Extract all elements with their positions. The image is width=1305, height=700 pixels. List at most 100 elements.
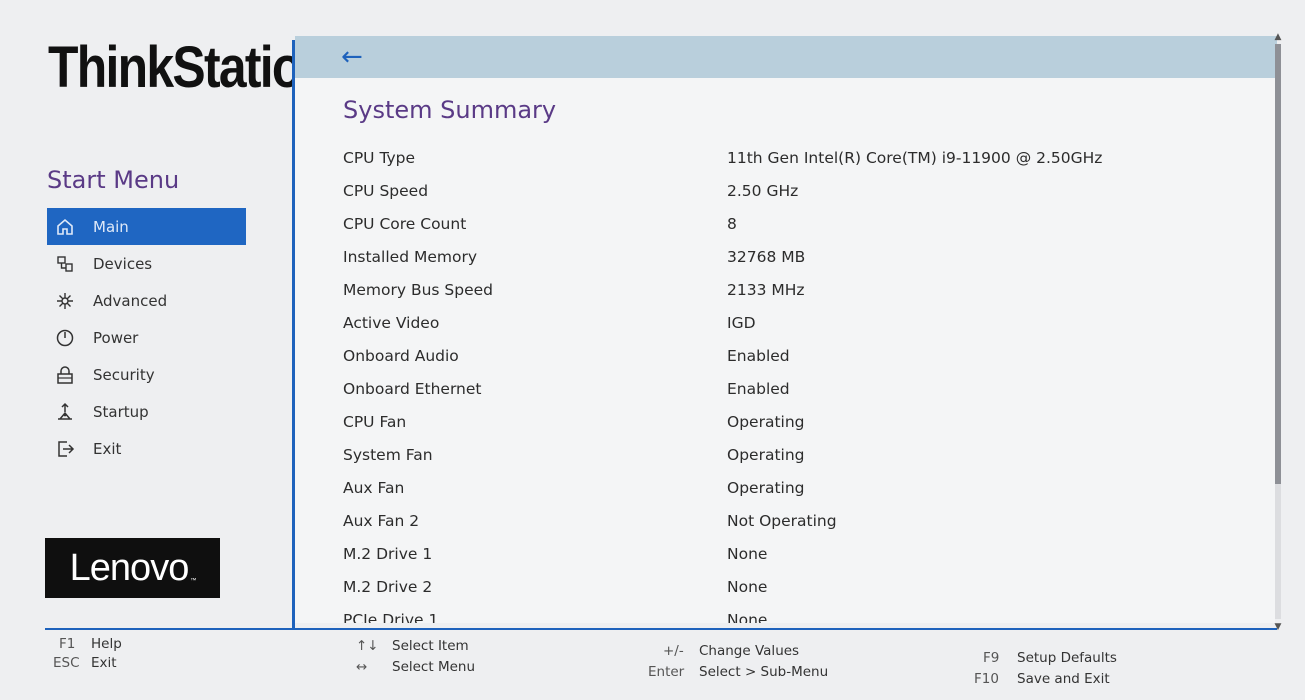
lock-icon bbox=[53, 363, 77, 387]
summary-value: 2133 MHz bbox=[727, 280, 805, 299]
key-help-footer: F1 Help ESC Exit ↑↓ Select Item ↔ Select… bbox=[0, 634, 1305, 700]
summary-value: 32768 MB bbox=[727, 247, 806, 266]
back-arrow-icon[interactable]: ← bbox=[341, 44, 363, 70]
updown-arrows-icon: ↑↓ bbox=[356, 638, 379, 654]
sidebar-item-label: Power bbox=[93, 328, 139, 347]
home-icon bbox=[53, 215, 77, 239]
sidebar-item-label: Advanced bbox=[93, 291, 168, 310]
summary-value: IGD bbox=[727, 313, 756, 332]
summary-value: Enabled bbox=[727, 379, 790, 398]
start-menu-title: Start Menu bbox=[47, 166, 180, 194]
summary-label: PCIe Drive 1 bbox=[343, 610, 439, 624]
summary-label: Onboard Audio bbox=[343, 346, 459, 365]
esc-desc: Exit bbox=[91, 655, 117, 671]
sidebar-item-advanced[interactable]: Advanced bbox=[47, 282, 246, 319]
summary-label: Memory Bus Speed bbox=[343, 280, 494, 299]
devices-icon bbox=[53, 252, 77, 276]
scroll-up-icon[interactable]: ▲ bbox=[1274, 32, 1282, 42]
sidebar-item-label: Devices bbox=[93, 254, 153, 273]
startup-icon bbox=[53, 400, 77, 424]
lenovo-logo: Lenovo ™ bbox=[45, 538, 220, 598]
summary-value: Operating bbox=[727, 445, 805, 464]
summary-row: PCIe Drive 1 None bbox=[343, 603, 1243, 624]
summary-row: Onboard Audio Enabled bbox=[343, 339, 1243, 372]
summary-row: CPU Speed 2.50 GHz bbox=[343, 174, 1243, 207]
leftright-desc: Select Menu bbox=[392, 659, 476, 675]
scroll-thumb[interactable] bbox=[1275, 44, 1281, 484]
summary-label: CPU Fan bbox=[343, 412, 407, 431]
power-icon bbox=[53, 326, 77, 350]
sidebar-item-label: Exit bbox=[93, 439, 122, 458]
scroll-down-icon[interactable]: ▼ bbox=[1274, 622, 1282, 632]
sidebar-item-label: Startup bbox=[93, 402, 149, 421]
summary-value: Not Operating bbox=[727, 511, 837, 530]
panel-header: ← bbox=[295, 36, 1277, 78]
f10-key: F10 bbox=[974, 671, 999, 687]
summary-label: CPU Core Count bbox=[343, 214, 467, 233]
setup-defaults-hint: F9 Setup Defaults bbox=[983, 650, 1117, 666]
summary-label: M.2 Drive 1 bbox=[343, 544, 433, 563]
summary-value: None bbox=[727, 544, 768, 563]
esc-key: ESC bbox=[53, 655, 80, 671]
sidebar-item-power[interactable]: Power bbox=[47, 319, 246, 356]
summary-list: CPU Type 11th Gen Intel(R) Core(TM) i9-11… bbox=[343, 141, 1243, 624]
help-hint: F1 Help bbox=[59, 636, 122, 652]
summary-label: Aux Fan 2 bbox=[343, 511, 420, 530]
summary-label: Active Video bbox=[343, 313, 440, 332]
summary-row: Active Video IGD bbox=[343, 306, 1243, 339]
plusminus-desc: Change Values bbox=[699, 643, 800, 659]
summary-row: CPU Type 11th Gen Intel(R) Core(TM) i9-11… bbox=[343, 141, 1243, 174]
updown-desc: Select Item bbox=[392, 638, 469, 654]
thinkstation-logo: ThinkStation™ bbox=[48, 35, 335, 100]
leftright-arrows-icon: ↔ bbox=[356, 659, 368, 675]
summary-value: None bbox=[727, 577, 768, 596]
sidebar-item-devices[interactable]: Devices bbox=[47, 245, 246, 282]
summary-row: System Fan Operating bbox=[343, 438, 1243, 471]
summary-value: None bbox=[727, 610, 768, 624]
enter-desc: Select > Sub-Menu bbox=[699, 664, 829, 680]
sidebar-nav: Main Devices Advanced Power Security Sta… bbox=[47, 208, 246, 467]
summary-label: Installed Memory bbox=[343, 247, 477, 266]
summary-label: M.2 Drive 2 bbox=[343, 577, 433, 596]
scroll-track[interactable] bbox=[1275, 44, 1281, 619]
summary-label: CPU Speed bbox=[343, 181, 429, 200]
f1-desc: Help bbox=[91, 636, 122, 652]
summary-row: CPU Fan Operating bbox=[343, 405, 1243, 438]
f9-desc: Setup Defaults bbox=[1017, 650, 1117, 666]
sidebar-item-security[interactable]: Security bbox=[47, 356, 246, 393]
sidebar-item-label: Security bbox=[93, 365, 155, 384]
exit-hint: ESC Exit bbox=[53, 655, 117, 671]
advanced-icon bbox=[53, 289, 77, 313]
summary-label: Aux Fan bbox=[343, 478, 405, 497]
summary-row: CPU Core Count 8 bbox=[343, 207, 1243, 240]
summary-value: 2.50 GHz bbox=[727, 181, 799, 200]
summary-row: M.2 Drive 2 None bbox=[343, 570, 1243, 603]
summary-row: Aux Fan 2 Not Operating bbox=[343, 504, 1243, 537]
select-item-hint: ↑↓ Select Item bbox=[356, 638, 469, 654]
select-menu-hint: ↔ Select Menu bbox=[356, 659, 475, 675]
summary-value: 11th Gen Intel(R) Core(TM) i9-11900 @ 2.… bbox=[727, 148, 1103, 167]
f9-key: F9 bbox=[983, 650, 1000, 666]
summary-row: Installed Memory 32768 MB bbox=[343, 240, 1243, 273]
f1-key: F1 bbox=[59, 636, 76, 652]
enter-key: Enter bbox=[648, 664, 685, 680]
summary-row: M.2 Drive 1 None bbox=[343, 537, 1243, 570]
plusminus-key: +/- bbox=[663, 643, 684, 659]
sidebar-item-label: Main bbox=[93, 217, 129, 236]
sidebar-item-main[interactable]: Main bbox=[47, 208, 246, 245]
sidebar-item-startup[interactable]: Startup bbox=[47, 393, 246, 430]
summary-value: Operating bbox=[727, 412, 805, 431]
submenu-hint: Enter Select > Sub-Menu bbox=[648, 664, 828, 680]
summary-row: Onboard Ethernet Enabled bbox=[343, 372, 1243, 405]
summary-value: Enabled bbox=[727, 346, 790, 365]
summary-row: Memory Bus Speed 2133 MHz bbox=[343, 273, 1243, 306]
exit-icon bbox=[53, 437, 77, 461]
summary-label: System Fan bbox=[343, 445, 433, 464]
sidebar-item-exit[interactable]: Exit bbox=[47, 430, 246, 467]
summary-value: Operating bbox=[727, 478, 805, 497]
scrollbar[interactable]: ▲ ▼ bbox=[1274, 32, 1282, 632]
footer-divider bbox=[45, 628, 1277, 630]
save-exit-hint: F10 Save and Exit bbox=[974, 671, 1110, 687]
summary-label: Onboard Ethernet bbox=[343, 379, 482, 398]
summary-label: CPU Type bbox=[343, 148, 416, 167]
